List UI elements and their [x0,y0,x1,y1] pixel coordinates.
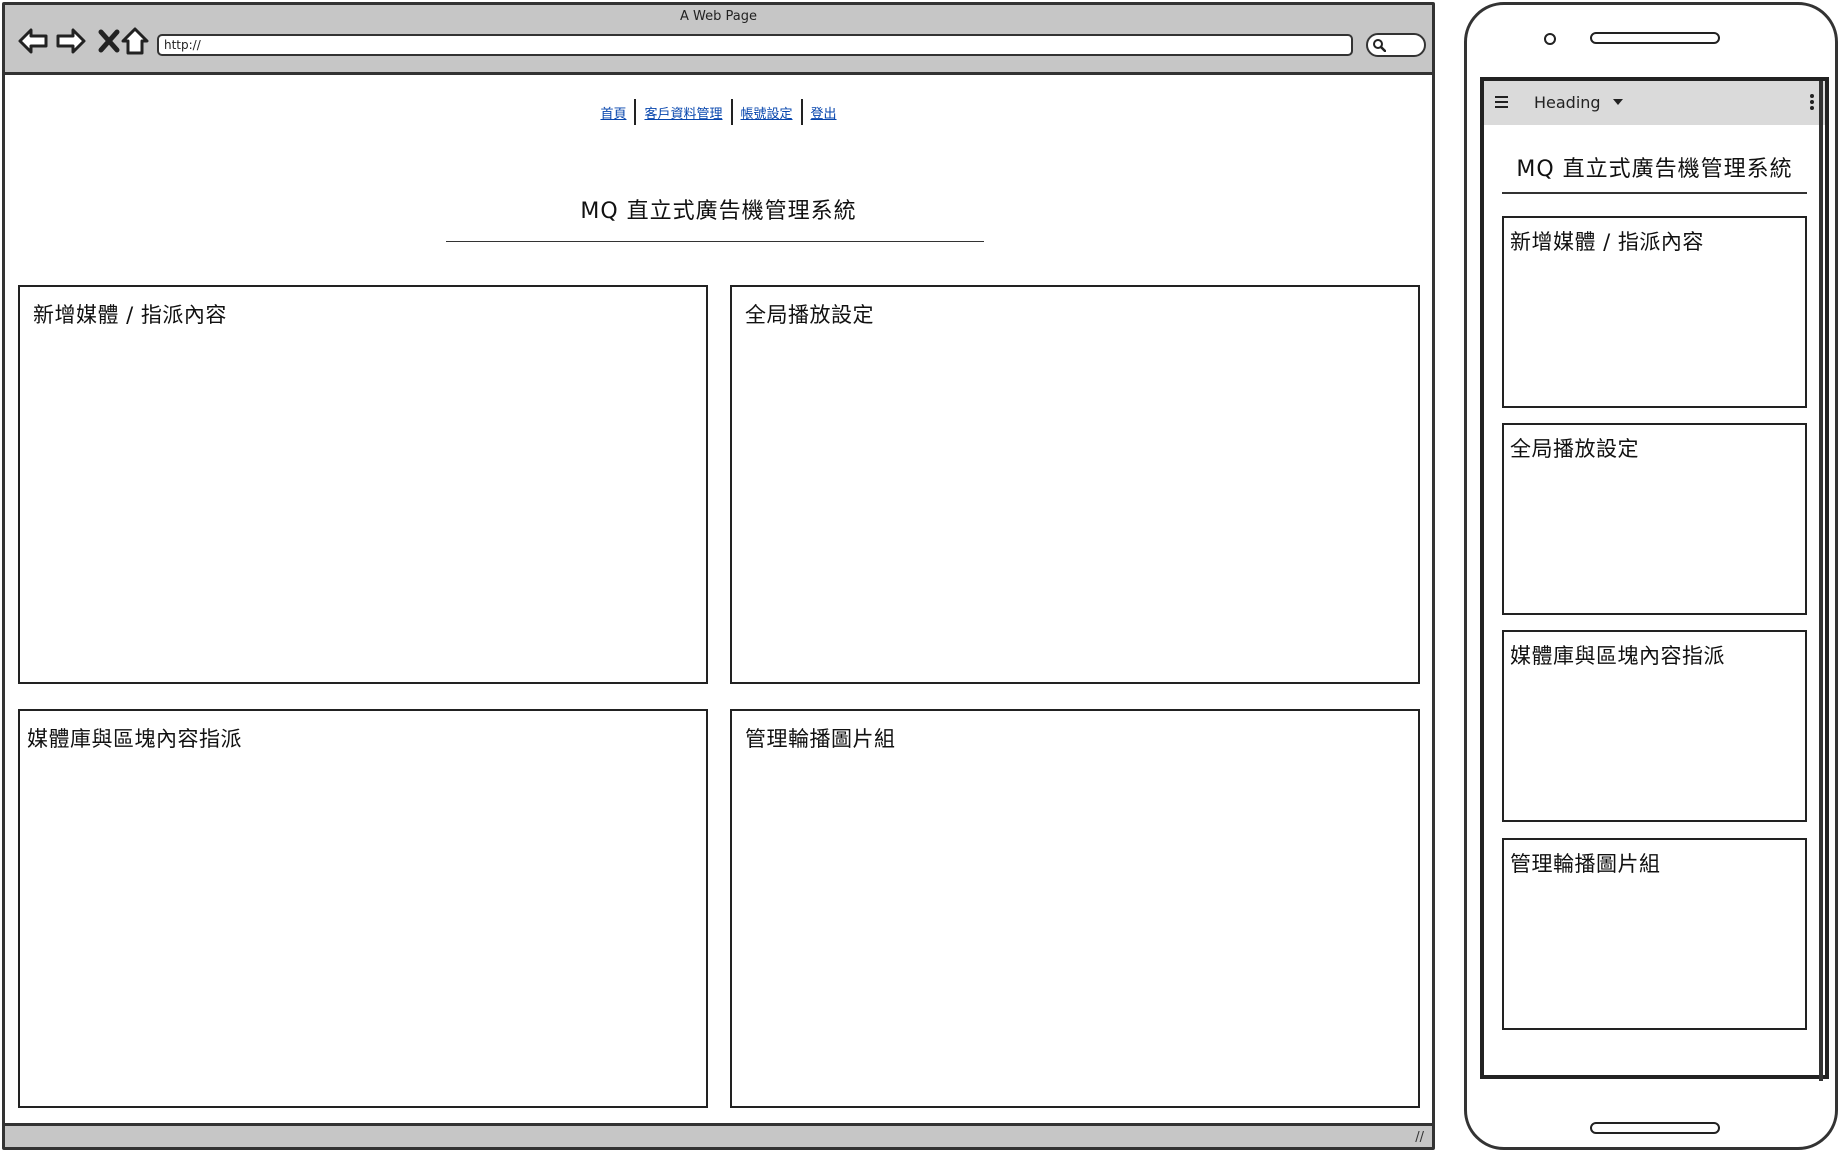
card-title: 管理輪播圖片組 [1510,852,1661,876]
panel-carousel-groups[interactable]: 管理輪播圖片組 [730,709,1420,1108]
page-title: MQ 直立式廣告機管理系統 [580,199,857,224]
card-title: 媒體庫與區塊內容指派 [1510,644,1725,668]
app-bar-title[interactable]: Heading [1534,93,1601,112]
panel-media-library[interactable]: 媒體庫與區塊內容指派 [18,709,708,1108]
mobile-card-media-library[interactable]: 媒體庫與區塊內容指派 [1502,630,1807,822]
more-vert-icon[interactable] [1809,93,1815,111]
nav-link-logout[interactable]: 登出 [803,103,845,122]
hamburger-icon[interactable] [1494,95,1510,109]
panel-add-media[interactable]: 新增媒體 / 指派內容 [18,285,708,684]
mobile-title-divider [1502,192,1807,194]
home-button[interactable] [119,25,151,57]
arrow-left-icon [18,28,48,54]
search-button[interactable] [1366,33,1426,57]
browser-window: A Web Page http:// 首頁 客戶資料管理 帳號設定 登出 MQ … [2,2,1435,1150]
arrow-right-icon [56,28,86,54]
speaker-grille [1590,32,1720,44]
nav-link-customers[interactable]: 客戶資料管理 [636,103,730,122]
back-button[interactable] [17,25,49,57]
camera-icon [1544,33,1556,45]
home-icon [121,27,149,55]
nav-link-home[interactable]: 首頁 [592,103,634,122]
window-title: A Web Page [680,9,757,24]
phone-screen: Heading MQ 直立式廣告機管理系統 新增媒體 / 指派內容 全局播放設定… [1480,77,1829,1081]
address-bar[interactable]: http:// [157,34,1353,56]
status-bar: // [5,1123,1432,1147]
panel-title: 管理輪播圖片組 [745,727,896,751]
card-title: 全局播放設定 [1510,437,1639,461]
panel-title: 全局播放設定 [745,303,874,327]
nav-link-account[interactable]: 帳號設定 [733,103,801,122]
mobile-card-global-playback[interactable]: 全局播放設定 [1502,423,1807,615]
card-title: 新增媒體 / 指派內容 [1510,230,1704,254]
panel-title: 新增媒體 / 指派內容 [33,303,227,327]
mobile-card-carousel-groups[interactable]: 管理輪播圖片組 [1502,838,1807,1030]
caret-down-icon[interactable] [1612,98,1624,106]
top-navigation: 首頁 客戶資料管理 帳號設定 登出 [5,99,1432,125]
search-icon [1373,39,1386,52]
resize-grip[interactable]: // [1415,1130,1424,1145]
title-divider [446,241,984,242]
mobile-page-title: MQ 直立式廣告機管理系統 [1516,157,1793,182]
app-bar: Heading [1484,81,1825,125]
browser-toolbar: A Web Page http:// [5,5,1432,75]
forward-button[interactable] [55,25,87,57]
mobile-card-add-media[interactable]: 新增媒體 / 指派內容 [1502,216,1807,408]
scrollbar[interactable] [1819,81,1823,1081]
panel-title: 媒體庫與區塊內容指派 [27,727,242,751]
panel-global-playback[interactable]: 全局播放設定 [730,285,1420,684]
home-bar[interactable] [1590,1122,1720,1134]
phone-frame: Heading MQ 直立式廣告機管理系統 新增媒體 / 指派內容 全局播放設定… [1464,2,1838,1150]
